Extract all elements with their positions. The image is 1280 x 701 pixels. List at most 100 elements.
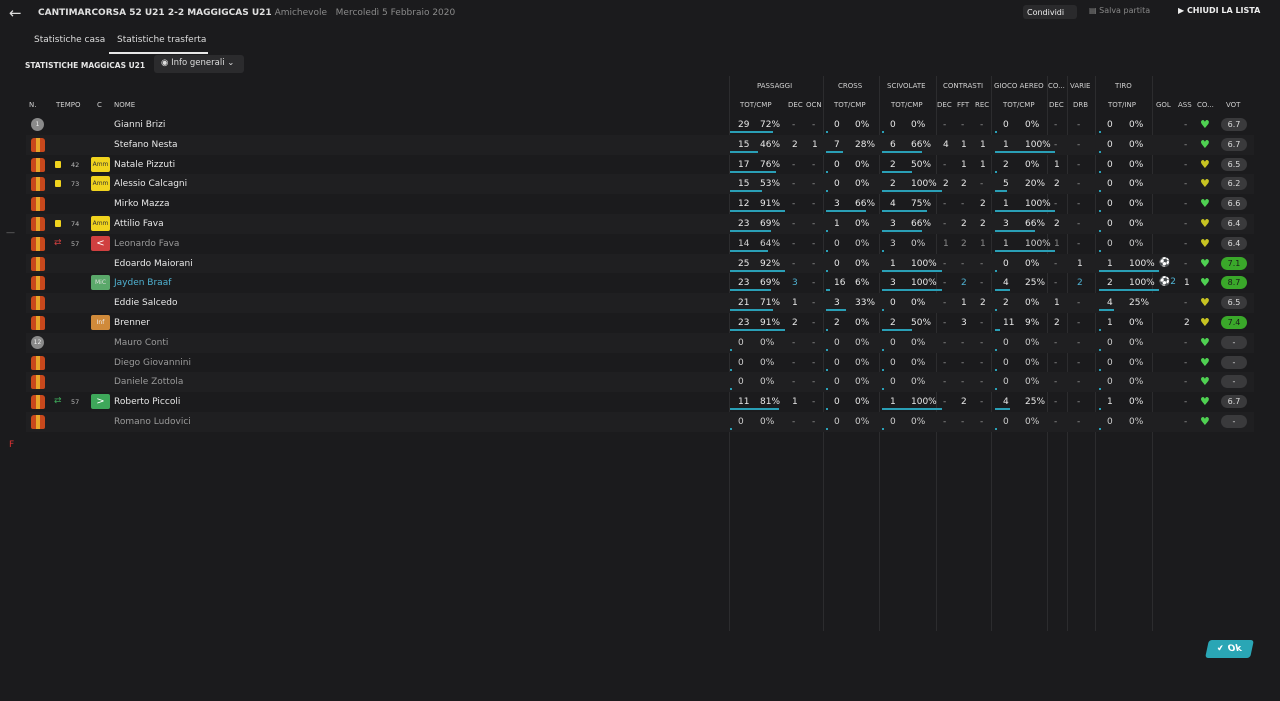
col-ga-tot[interactable]: TOT/CMP bbox=[1003, 101, 1035, 109]
table-row[interactable]: Daniele Zottola 0 0% 0 0% 0 0% 0 0% 0 0% - - - - - - - - ♥ - bbox=[26, 372, 1254, 393]
player-name[interactable]: Edoardo Maiorani bbox=[114, 259, 193, 269]
player-name[interactable]: Mauro Conti bbox=[114, 338, 168, 348]
table-row[interactable]: Inf Brenner 23 91% 2 0% 2 50% 11 9% 1 0% 2 - - 3 - 2 - 2 ♥ 7.… bbox=[26, 313, 1254, 333]
player-name[interactable]: Daniele Zottola bbox=[114, 377, 183, 387]
close-list-button[interactable]: ▶ CHIUDI LA LISTA bbox=[1178, 6, 1260, 15]
stat-total: 1 bbox=[1003, 199, 1009, 210]
stat-value: 2 bbox=[792, 139, 798, 150]
col-cross-tot[interactable]: TOT/CMP bbox=[834, 101, 866, 109]
col-ass[interactable]: ASS bbox=[1178, 101, 1192, 109]
completion-bar bbox=[882, 249, 884, 252]
shirt-icon bbox=[31, 395, 45, 410]
group-gioco-aereo: GIOCO AEREO bbox=[994, 82, 1044, 90]
table-row[interactable]: ⇄ 57 > Roberto Piccoli 11 81% 0 0% 1 100% 4 25% 1 0% 1… bbox=[26, 392, 1254, 412]
stat-percent: 81% bbox=[760, 397, 781, 408]
col-sciv-tot[interactable]: TOT/CMP bbox=[891, 101, 923, 109]
player-name[interactable]: Roberto Piccoli bbox=[114, 397, 180, 407]
table-row[interactable]: 74 Amm Attilio Fava 23 69% 1 0% 3 66% 3 66% 0 0% - - - 2… bbox=[26, 214, 1254, 234]
stat-value: - bbox=[812, 120, 816, 130]
rating-badge: 8.7 bbox=[1221, 276, 1247, 290]
player-name[interactable]: Eddie Salcedo bbox=[114, 298, 177, 308]
player-name[interactable]: Gianni Brizi bbox=[114, 120, 165, 130]
condition-heart-icon: ♥ bbox=[1200, 395, 1210, 409]
save-match-button[interactable]: ▤ Salva partita bbox=[1089, 6, 1150, 15]
completion-bar bbox=[730, 368, 732, 371]
player-name[interactable]: Mirko Mazza bbox=[114, 199, 169, 209]
table-row[interactable]: MiC Jayden Braaf 23 69% 16 6% 3 100% 4 25% 2 100% 3 -… bbox=[26, 273, 1254, 293]
info-dropdown[interactable]: ◉ Info generali ⌄ bbox=[154, 55, 244, 73]
table-row[interactable]: 73 Amm Alessio Calcagni 15 53% 0 0% 2 100% 5 20% 0 0… bbox=[26, 174, 1254, 195]
player-name[interactable]: Natale Pizzuti bbox=[114, 160, 175, 170]
table-row[interactable]: Mirko Mazza 12 91% 3 66% 4 75% 1 100% 0 0% - - - - 2 - - -… bbox=[26, 194, 1254, 214]
table-row[interactable]: Romano Ludovici 0 0% 0 0% 0 0% 0 0% 0 0% - - - - - - - - ♥ - bbox=[26, 412, 1254, 432]
table-row[interactable]: Diego Giovannini 0 0% 0 0% 0 0% 0 0% 0 0% - - - - - - - - ♥… bbox=[26, 353, 1254, 373]
col-tempo[interactable]: TEMPO bbox=[56, 101, 80, 109]
col-pass-tot[interactable]: TOT/CMP bbox=[740, 101, 772, 109]
col-pass-dec[interactable]: DEC bbox=[788, 101, 803, 109]
table-row[interactable]: 42 Amm Natale Pizzuti 17 76% 0 0% 2 50% 2 0% 0 0% - - -… bbox=[26, 155, 1254, 175]
table-row[interactable]: ⇄ 57 < Leonardo Fava 14 64% 0 0% 3 0% 1 100% 0 0% - -1 2… bbox=[26, 234, 1254, 254]
stat-total: 3 bbox=[1003, 219, 1009, 229]
stat-value: - bbox=[980, 377, 984, 388]
stat-total: 4 bbox=[1003, 278, 1009, 289]
player-name[interactable]: Jayden Braaf bbox=[114, 278, 171, 288]
completion-bar bbox=[882, 329, 912, 331]
col-c[interactable]: C bbox=[97, 101, 102, 109]
col-pass-ocn[interactable]: OCN bbox=[806, 101, 822, 109]
player-name[interactable]: Romano Ludovici bbox=[114, 417, 191, 427]
stat-percent: 0% bbox=[1129, 120, 1144, 130]
share-button[interactable]: Condividi bbox=[1023, 5, 1077, 19]
col-nome[interactable]: NOME bbox=[114, 101, 135, 109]
stat-percent: 0% bbox=[855, 318, 870, 328]
player-name[interactable]: Stefano Nesta bbox=[114, 140, 178, 150]
table-row[interactable]: Edoardo Maiorani 25 92% 0 0% 1 100% 0 0% 1 100% - - -… bbox=[26, 253, 1254, 274]
rating-badge: 6.5 bbox=[1221, 157, 1247, 171]
col-contr-rec[interactable]: REC bbox=[975, 101, 989, 109]
table-row[interactable]: Stefano Nesta 15 46% 7 28% 6 66% 1 100% 0 0% 2 1 4 1 1 -… bbox=[26, 134, 1254, 155]
stat-percent: 9% bbox=[1025, 318, 1040, 328]
col-drb[interactable]: DRB bbox=[1073, 101, 1088, 109]
group-cross: CROSS bbox=[838, 82, 863, 90]
stat-total: 2 bbox=[890, 318, 896, 328]
chevron-down-icon: ⌄ bbox=[227, 58, 235, 68]
player-name[interactable]: Diego Giovannini bbox=[114, 358, 191, 368]
col-co[interactable]: CO... bbox=[1197, 101, 1214, 109]
shirt-icon bbox=[31, 316, 45, 330]
completion-bar bbox=[826, 408, 828, 411]
table-row[interactable]: 12 Mauro Conti 0 0% 0 0% 0 0% 0 0% 0 0% - - - - - - - - ♥ - bbox=[26, 332, 1254, 353]
ok-button[interactable]: ✔ Ok bbox=[1205, 640, 1254, 658]
col-tiro-tot[interactable]: TOT/INP bbox=[1108, 101, 1136, 109]
arrow-left-icon[interactable]: ← bbox=[9, 4, 22, 22]
table-row[interactable]: Eddie Salcedo 21 71% 3 33% 0 0% 2 0% 4 25% 1- -1 2 1- -… bbox=[26, 293, 1254, 313]
col-vot[interactable]: VOT bbox=[1226, 101, 1240, 109]
table-row[interactable]: 1 Gianni Brizi 29 72% 0 0% 0 0% 0 0% 0 0% - - - - - - - - ♥ 6… bbox=[26, 115, 1254, 135]
tab-away-stats[interactable]: Statistiche trasferta bbox=[109, 33, 208, 54]
stat-value: - bbox=[943, 318, 947, 328]
stat-value: 2 bbox=[1077, 278, 1083, 289]
stat-total: 1 bbox=[1107, 397, 1113, 408]
stat-percent: 100% bbox=[911, 179, 937, 190]
player-name[interactable]: Leonardo Fava bbox=[114, 239, 179, 249]
stat-value: 2 bbox=[943, 179, 949, 190]
stat-percent: 0% bbox=[760, 357, 775, 368]
stat-total: 5 bbox=[1003, 179, 1009, 190]
condition-heart-icon: ♥ bbox=[1200, 415, 1210, 428]
col-co-dec[interactable]: DEC bbox=[1049, 101, 1064, 109]
tab-home-stats[interactable]: Statistiche casa bbox=[34, 33, 105, 54]
stat-percent: 0% bbox=[1129, 199, 1144, 210]
stat-total: 0 bbox=[890, 120, 896, 130]
col-gol[interactable]: GOL bbox=[1156, 101, 1171, 109]
col-contr-fft[interactable]: FFT bbox=[957, 101, 969, 109]
stat-value: - bbox=[943, 298, 947, 309]
player-name[interactable]: Attilio Fava bbox=[114, 219, 164, 229]
event-minute: 73 bbox=[71, 180, 80, 189]
col-contr-dec[interactable]: DEC bbox=[937, 101, 952, 109]
player-name[interactable]: Brenner bbox=[114, 318, 150, 328]
stat-total: 23 bbox=[738, 318, 750, 328]
stat-total: 0 bbox=[1107, 159, 1113, 170]
stat-total: 12 bbox=[738, 199, 750, 210]
stat-value: - bbox=[792, 219, 796, 229]
player-name[interactable]: Alessio Calcagni bbox=[114, 179, 187, 189]
completion-bar bbox=[826, 230, 828, 232]
completion-bar bbox=[1099, 210, 1101, 213]
